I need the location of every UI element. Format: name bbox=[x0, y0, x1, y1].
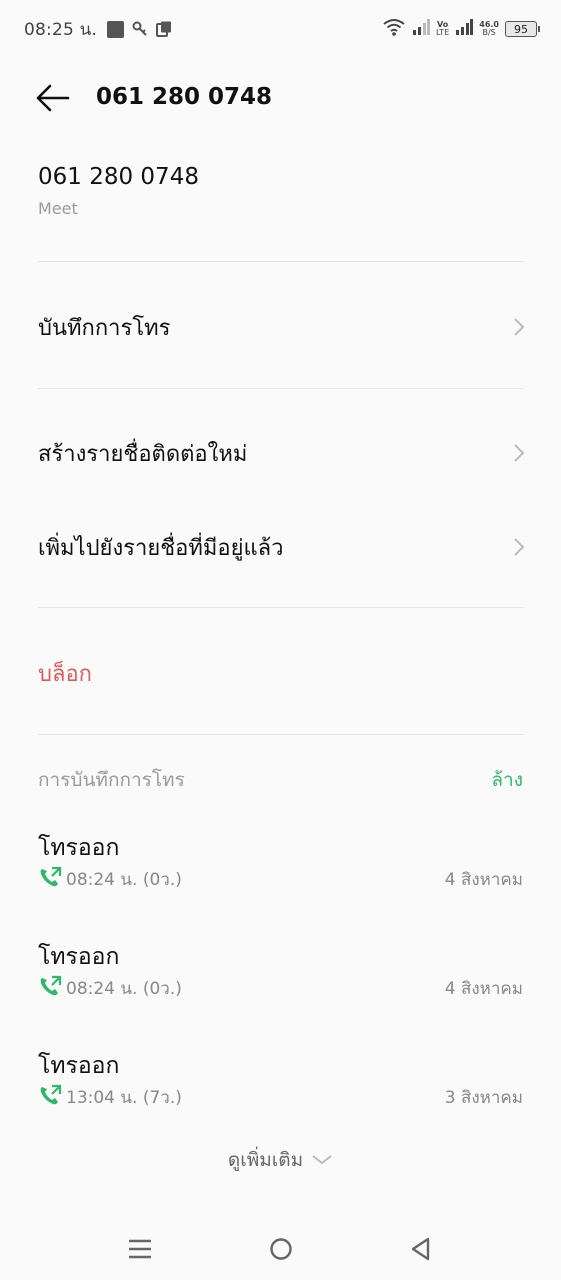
call-log-row[interactable]: บันทึกการโทร bbox=[0, 296, 561, 356]
status-bar: 08:25 น. Vo LTE 46.0 B/S 95 bbox=[0, 0, 561, 58]
call-type: โทรออก bbox=[38, 944, 120, 970]
system-nav-bar bbox=[0, 1218, 561, 1280]
circle-home-icon bbox=[270, 1238, 292, 1260]
call-time: 08:24 น. (0ว.) bbox=[66, 979, 182, 999]
back-button[interactable] bbox=[34, 82, 70, 114]
stop-icon bbox=[107, 20, 125, 38]
call-date: 3 สิงหาคม bbox=[444, 1088, 523, 1108]
clear-history-button[interactable]: ล้าง bbox=[491, 765, 523, 795]
divider bbox=[38, 607, 524, 608]
chevron-right-icon bbox=[514, 318, 525, 336]
home-button[interactable] bbox=[269, 1237, 293, 1265]
volte-indicator: Vo LTE bbox=[435, 20, 450, 37]
chevron-right-icon bbox=[514, 538, 525, 556]
call-history-item[interactable]: โทรออก 08:24 น. (0ว.) 4 สิงหาคม bbox=[0, 939, 561, 1011]
arrow-left-icon bbox=[36, 84, 70, 112]
notification-icon bbox=[156, 21, 172, 37]
call-history-item[interactable]: โทรออก 13:04 น. (7ว.) 3 สิงหาคม bbox=[0, 1048, 561, 1120]
add-existing-label: เพิ่มไปยังรายชื่อที่มีอยู่แล้ว bbox=[38, 536, 284, 561]
create-contact-row[interactable]: สร้างรายชื่อติดต่อใหม่ bbox=[0, 422, 561, 482]
battery-indicator: 95 bbox=[505, 21, 540, 37]
number-label: Meet bbox=[38, 199, 78, 218]
divider bbox=[38, 388, 524, 389]
outgoing-call-icon bbox=[40, 866, 62, 887]
create-contact-label: สร้างรายชื่อติดต่อใหม่ bbox=[38, 442, 248, 467]
key-icon bbox=[132, 21, 148, 37]
divider bbox=[38, 261, 524, 262]
app-header: 061 280 0748 bbox=[0, 70, 561, 126]
wifi-icon bbox=[382, 17, 406, 42]
add-existing-contact-row[interactable]: เพิ่มไปยังรายชื่อที่มีอยู่แล้ว bbox=[0, 516, 561, 576]
signal-icon bbox=[455, 18, 474, 40]
call-date: 4 สิงหาคม bbox=[444, 979, 523, 999]
call-type: โทรออก bbox=[38, 1053, 120, 1079]
menu-icon bbox=[129, 1239, 151, 1259]
call-log-label: บันทึกการโทร bbox=[38, 316, 171, 341]
signal-icon bbox=[412, 18, 430, 40]
chevron-right-icon bbox=[514, 444, 525, 462]
divider bbox=[38, 734, 524, 735]
outgoing-call-icon bbox=[40, 975, 62, 996]
see-more-button[interactable]: ดูเพิ่มเติม bbox=[0, 1145, 561, 1175]
call-time: 13:04 น. (7ว.) bbox=[66, 1088, 182, 1108]
outgoing-call-icon bbox=[40, 1084, 62, 1105]
call-history-title: การบันทึกการโทร bbox=[38, 769, 185, 791]
back-nav-button[interactable] bbox=[410, 1237, 432, 1265]
see-more-label: ดูเพิ่มเติม bbox=[227, 1149, 304, 1171]
recents-button[interactable] bbox=[128, 1238, 152, 1264]
block-button[interactable]: บล็อก bbox=[38, 656, 92, 691]
page-title: 061 280 0748 bbox=[96, 84, 273, 110]
phone-number[interactable]: 061 280 0748 bbox=[38, 164, 199, 190]
call-history-item[interactable]: โทรออก 08:24 น. (0ว.) 4 สิงหาคม bbox=[0, 830, 561, 902]
triangle-back-icon bbox=[411, 1237, 430, 1261]
chevron-down-icon bbox=[312, 1155, 332, 1165]
net-speed: 46.0 B/S bbox=[479, 20, 499, 37]
call-time: 08:24 น. (0ว.) bbox=[66, 870, 182, 890]
call-type: โทรออก bbox=[38, 835, 120, 861]
status-time: 08:25 น. bbox=[24, 19, 98, 40]
call-date: 4 สิงหาคม bbox=[444, 870, 523, 890]
